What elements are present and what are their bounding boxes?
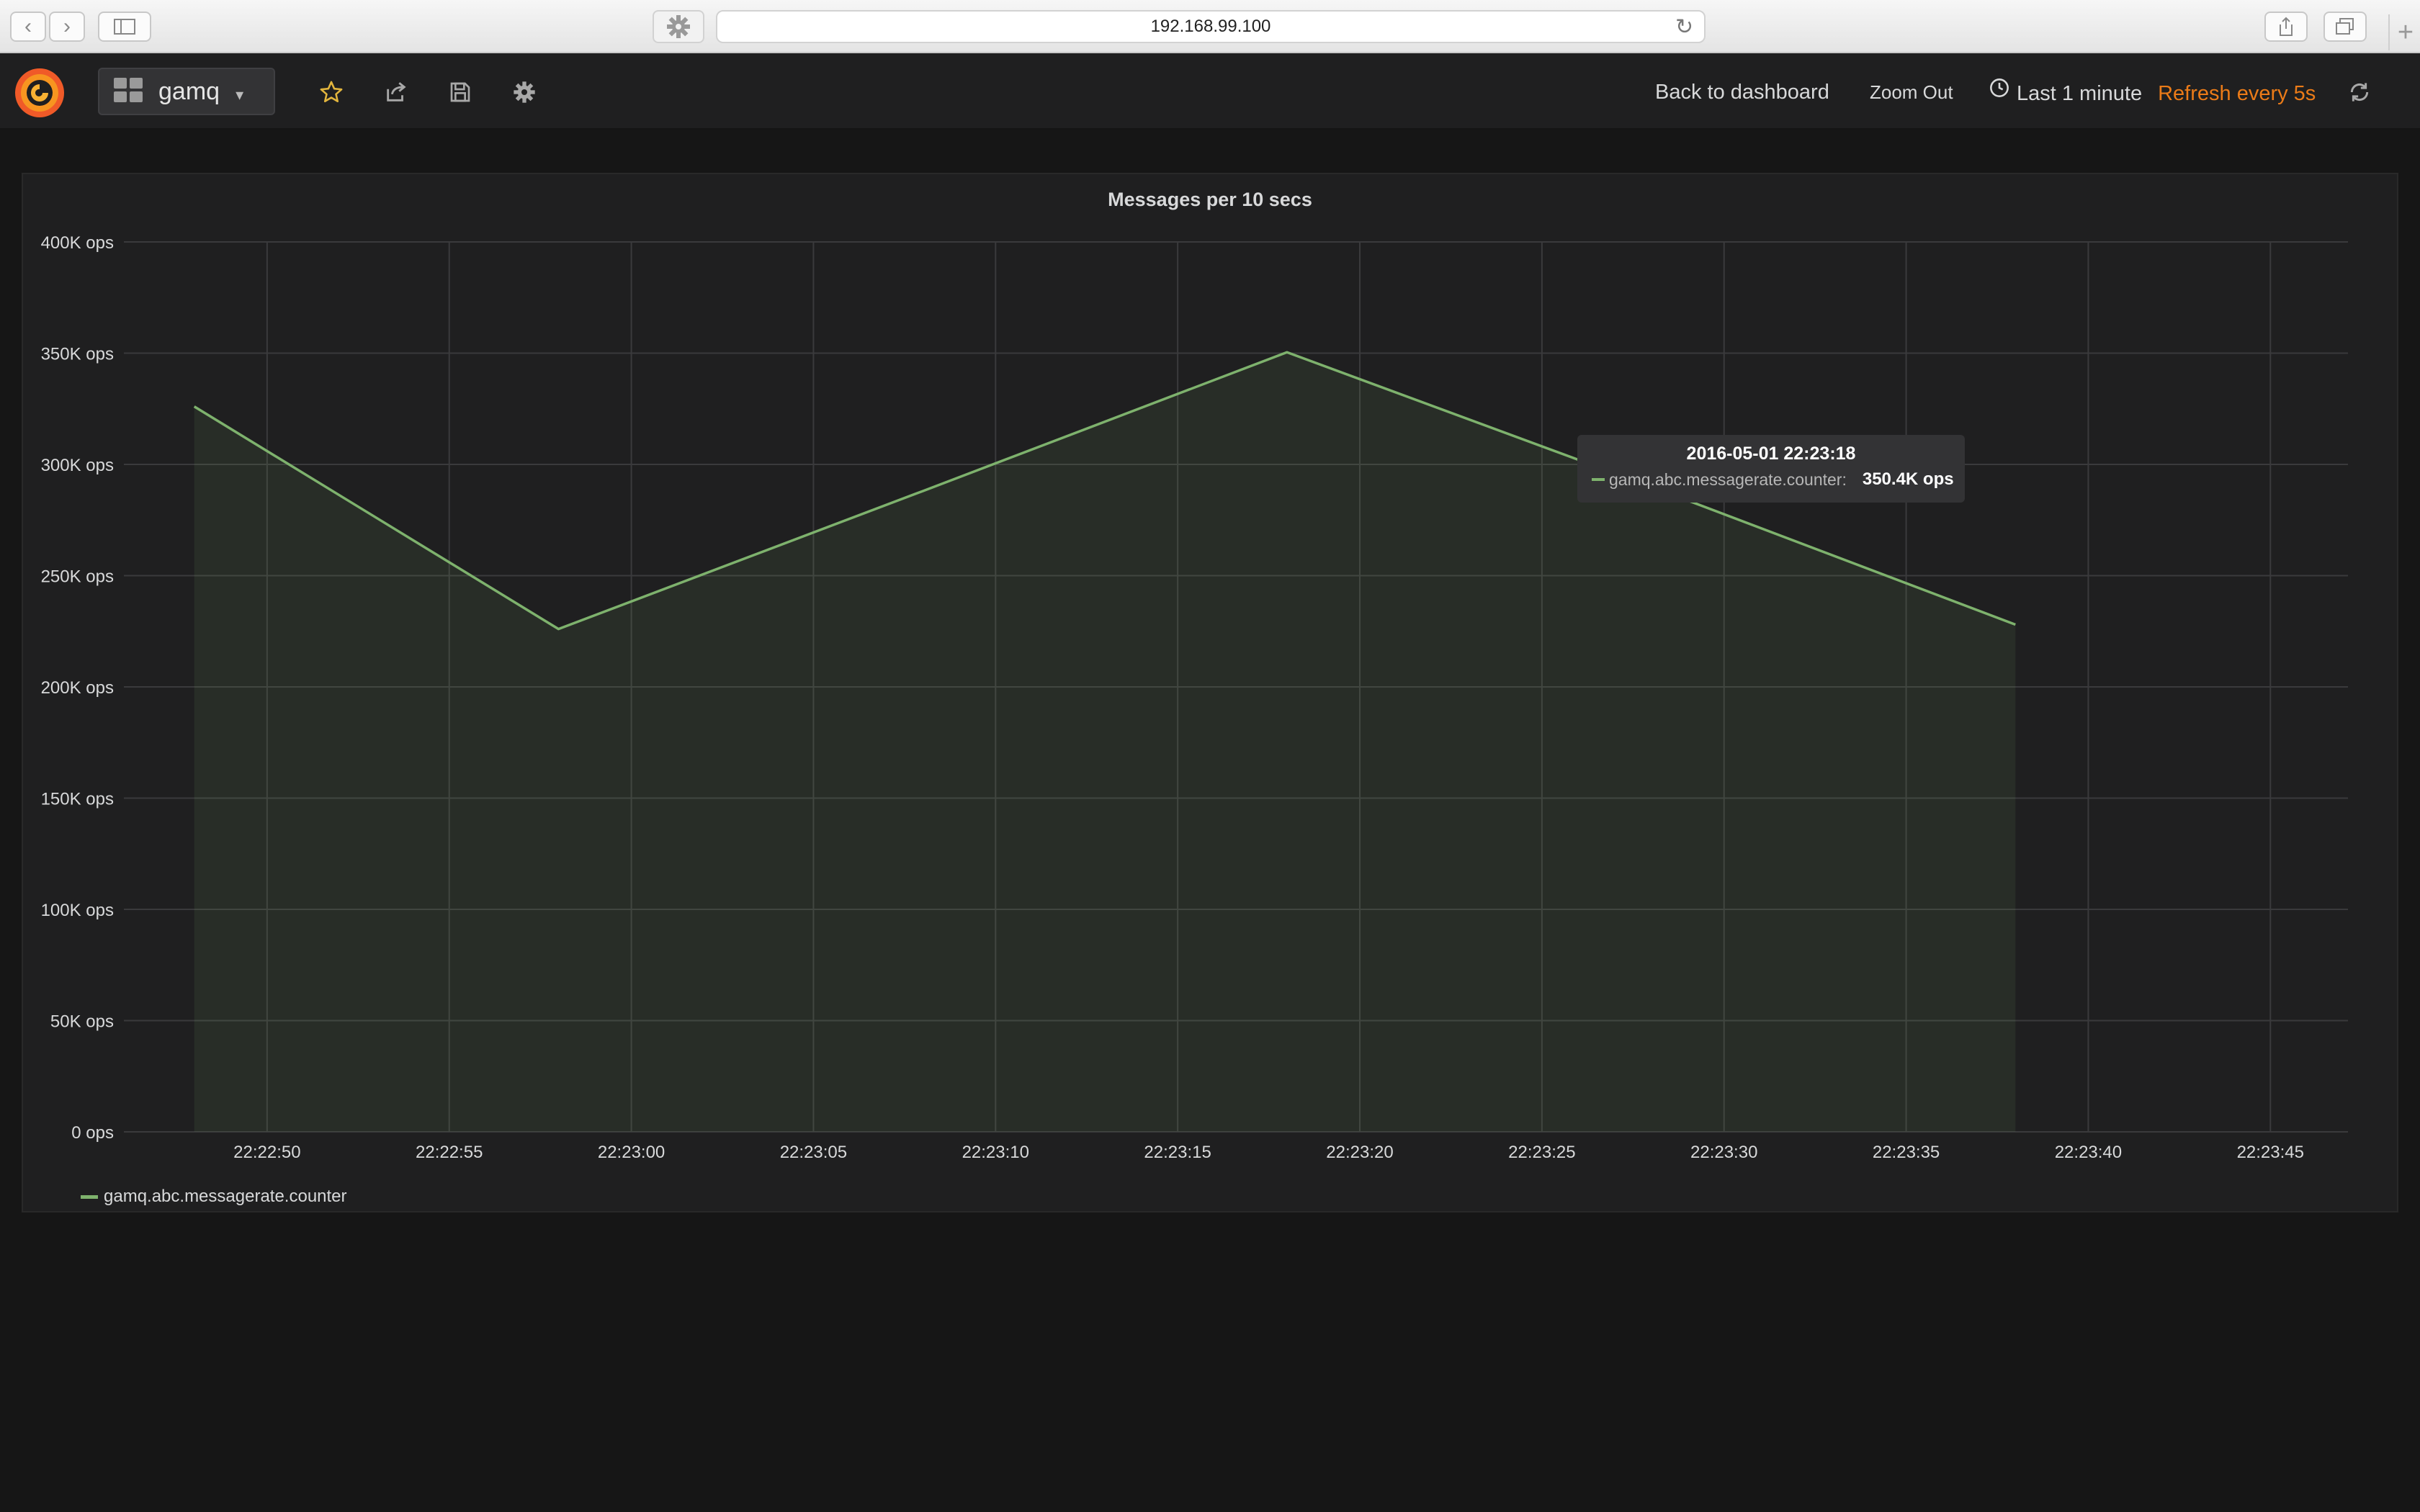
back-arrow-icon[interactable]: ‹ — [10, 12, 46, 42]
time-range-picker[interactable]: Last 1 minute Refresh every 5s — [1989, 78, 2316, 109]
y-tick-label: 100K ops — [41, 901, 114, 920]
timeseries-chart[interactable]: 400K ops 350K ops 300K ops 250K ops 200K ops… — [23, 174, 2397, 1182]
x-tick-label: 22:22:50 — [233, 1143, 300, 1162]
y-tick-label: 50K ops — [50, 1012, 114, 1032]
y-tick-label: 150K ops — [41, 790, 114, 809]
x-tick-label: 22:23:20 — [1326, 1143, 1393, 1162]
x-tick-label: 22:23:45 — [2237, 1143, 2304, 1162]
url-text: 192.168.99.100 — [1150, 17, 1271, 36]
tabs-overview-icon[interactable] — [2323, 12, 2367, 42]
sidebar-toggle-icon[interactable] — [98, 12, 151, 42]
graph-panel: Messages per 10 secs 400K ops 350K ops 300… — [22, 173, 2398, 1212]
x-tick-label: 22:23:15 — [1144, 1143, 1211, 1162]
reload-icon[interactable]: ↻ — [1675, 14, 1693, 40]
legend-series-label[interactable]: gamq.abc.messagerate.counter — [104, 1187, 347, 1207]
gear-icon[interactable] — [510, 78, 539, 107]
address-bar[interactable]: 192.168.99.100 — [716, 10, 1706, 43]
y-tick-label: 0 ops — [71, 1123, 114, 1143]
y-tick-label: 250K ops — [41, 567, 114, 587]
dashboard-grid-icon — [114, 77, 143, 106]
tooltip-series-name: gamq.abc.messagerate.counter: — [1609, 469, 1847, 489]
zoom-out-button[interactable]: Zoom Out — [1870, 78, 1953, 107]
forward-arrow-icon[interactable]: › — [49, 12, 85, 42]
dashboard-picker-button[interactable]: gamq ▾ — [98, 68, 275, 115]
y-tick-label: 300K ops — [41, 456, 114, 475]
x-tick-label: 22:23:40 — [2055, 1143, 2122, 1162]
refresh-interval-label: Refresh every 5s — [2158, 82, 2316, 105]
tooltip-value: 350.4K ops — [1862, 469, 1954, 489]
share-sheet-icon[interactable] — [2264, 12, 2308, 42]
dashboard-title: gamq — [158, 77, 220, 105]
time-range-label: Last 1 minute — [2017, 82, 2143, 105]
chart-tooltip: 2016-05-01 22:23:18 gamq.abc.messagerate… — [1577, 435, 1965, 503]
chart-legend[interactable]: gamq.abc.messagerate.counter — [81, 1187, 347, 1207]
y-tick-label: 350K ops — [41, 345, 114, 364]
back-to-dashboard-link[interactable]: Back to dashboard — [1655, 78, 1829, 107]
x-tick-label: 22:23:30 — [1690, 1143, 1757, 1162]
browser-toolbar: ‹ › 192.168.99.100 ↻ + — [0, 0, 2420, 53]
tooltip-time: 2016-05-01 22:23:18 — [1686, 444, 1856, 464]
x-tick-label: 22:23:10 — [962, 1143, 1029, 1162]
y-tick-label: 200K ops — [41, 678, 114, 698]
clock-icon — [1989, 78, 2009, 109]
tooltip-swatch — [1592, 478, 1605, 481]
x-tick-label: 22:23:00 — [598, 1143, 665, 1162]
save-icon[interactable] — [446, 78, 475, 107]
chevron-down-icon: ▾ — [236, 86, 244, 104]
x-tick-label: 22:23:35 — [1873, 1143, 1940, 1162]
x-tick-label: 22:22:55 — [416, 1143, 483, 1162]
legend-swatch — [81, 1194, 98, 1199]
x-tick-label: 22:23:25 — [1508, 1143, 1575, 1162]
share-icon[interactable] — [382, 78, 411, 107]
extension-puzzle-icon[interactable] — [653, 10, 704, 43]
star-icon[interactable] — [317, 78, 346, 107]
grafana-navbar: gamq ▾ Back to dashboard Zoom Out Last 1… — [0, 53, 2420, 130]
refresh-icon[interactable] — [2345, 78, 2374, 107]
grafana-logo[interactable] — [12, 65, 68, 121]
y-tick-label: 400K ops — [41, 233, 114, 253]
new-tab-icon[interactable]: + — [2388, 14, 2420, 50]
x-tick-label: 22:23:05 — [780, 1143, 847, 1162]
